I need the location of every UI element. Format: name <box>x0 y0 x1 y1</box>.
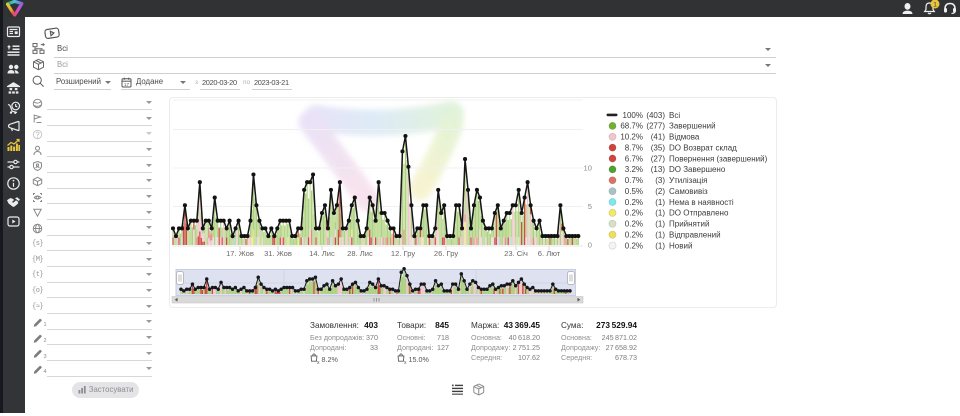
svg-text:12. Гру: 12. Гру <box>391 249 415 258</box>
svg-text:68.7%: 68.7% <box>620 122 643 131</box>
svg-text:(1): (1) <box>655 198 665 207</box>
svg-text:5: 5 <box>588 202 592 211</box>
svg-text:(2): (2) <box>655 187 665 196</box>
svg-text:0: 0 <box>588 241 592 250</box>
svg-text:6.7%: 6.7% <box>625 154 643 163</box>
svg-text:(41): (41) <box>651 133 666 142</box>
svg-text:23. Січ: 23. Січ <box>504 249 528 258</box>
svg-text:0.5%: 0.5% <box>625 187 643 196</box>
svg-text:Прийнятий: Прийнятий <box>669 220 710 229</box>
svg-text:Самовивіз: Самовивіз <box>669 187 708 196</box>
svg-text:(35): (35) <box>651 143 666 152</box>
svg-text:0.7%: 0.7% <box>625 176 643 185</box>
svg-text:0.2%: 0.2% <box>625 220 643 229</box>
svg-text:(3): (3) <box>655 176 665 185</box>
svg-text:(27): (27) <box>651 154 666 163</box>
svg-text:26. Гру: 26. Гру <box>434 249 458 258</box>
svg-text:Завершений: Завершений <box>669 122 716 131</box>
svg-text:100%: 100% <box>623 111 643 120</box>
svg-text:DO Отправлено: DO Отправлено <box>669 209 729 218</box>
svg-text:(1): (1) <box>655 220 665 229</box>
svg-text:(13): (13) <box>651 165 666 174</box>
svg-text:8.7%: 8.7% <box>625 143 643 152</box>
svg-text:Повернення (завершений): Повернення (завершений) <box>669 154 768 163</box>
svg-text:0.2%: 0.2% <box>625 209 643 218</box>
svg-text:1: 1 <box>933 2 937 9</box>
svg-text:28. Лис: 28. Лис <box>347 249 373 258</box>
svg-text:10: 10 <box>584 164 592 173</box>
svg-text:0.2%: 0.2% <box>625 241 643 250</box>
svg-text:31. Жов: 31. Жов <box>264 249 292 258</box>
svg-text:Відправлений: Відправлений <box>669 231 721 240</box>
svg-text:(1): (1) <box>655 209 665 218</box>
svg-text:Всі: Всі <box>669 111 680 120</box>
svg-text:3.2%: 3.2% <box>625 165 643 174</box>
svg-text:17. Жов: 17. Жов <box>226 249 254 258</box>
svg-text:17: 17 <box>124 82 130 87</box>
svg-text:6. Лют: 6. Лют <box>538 249 561 258</box>
svg-text:0.2%: 0.2% <box>625 231 643 240</box>
svg-text:Новий: Новий <box>669 241 692 250</box>
svg-text:Відмова: Відмова <box>669 133 700 142</box>
svg-text:Утилізація: Утилізація <box>669 176 707 185</box>
svg-text:(1): (1) <box>655 241 665 250</box>
svg-text:(403): (403) <box>646 111 665 120</box>
svg-text:DO Возврат склад: DO Возврат склад <box>669 143 737 152</box>
svg-text:10.2%: 10.2% <box>620 133 643 142</box>
svg-text:Нема в наявності: Нема в наявності <box>669 198 734 207</box>
svg-text:14. Лис: 14. Лис <box>309 249 335 258</box>
svg-text:(277): (277) <box>646 122 665 131</box>
svg-text:(1): (1) <box>655 231 665 240</box>
svg-text:DO Завершено: DO Завершено <box>669 165 726 174</box>
svg-text:0.2%: 0.2% <box>625 198 643 207</box>
